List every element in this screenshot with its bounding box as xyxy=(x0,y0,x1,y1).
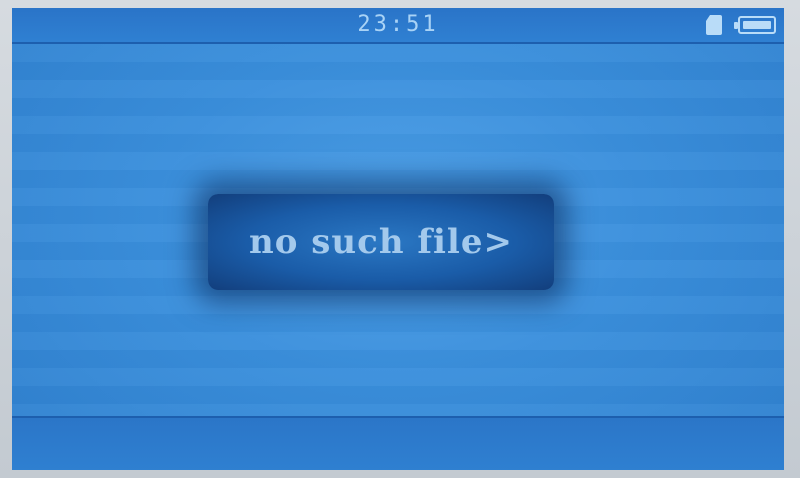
status-bar: 23:51 xyxy=(12,8,784,44)
battery-icon xyxy=(734,16,776,34)
device-bezel: 23:51 no such file> xyxy=(0,0,800,478)
bottom-bar xyxy=(12,416,784,470)
error-message-box: no such file> xyxy=(208,194,554,290)
clock: 23:51 xyxy=(357,12,439,37)
sd-card-icon xyxy=(706,15,722,35)
main-content: no such file> xyxy=(12,44,784,416)
error-message: no such file> xyxy=(249,222,513,262)
device-screen: 23:51 no such file> xyxy=(12,8,784,470)
